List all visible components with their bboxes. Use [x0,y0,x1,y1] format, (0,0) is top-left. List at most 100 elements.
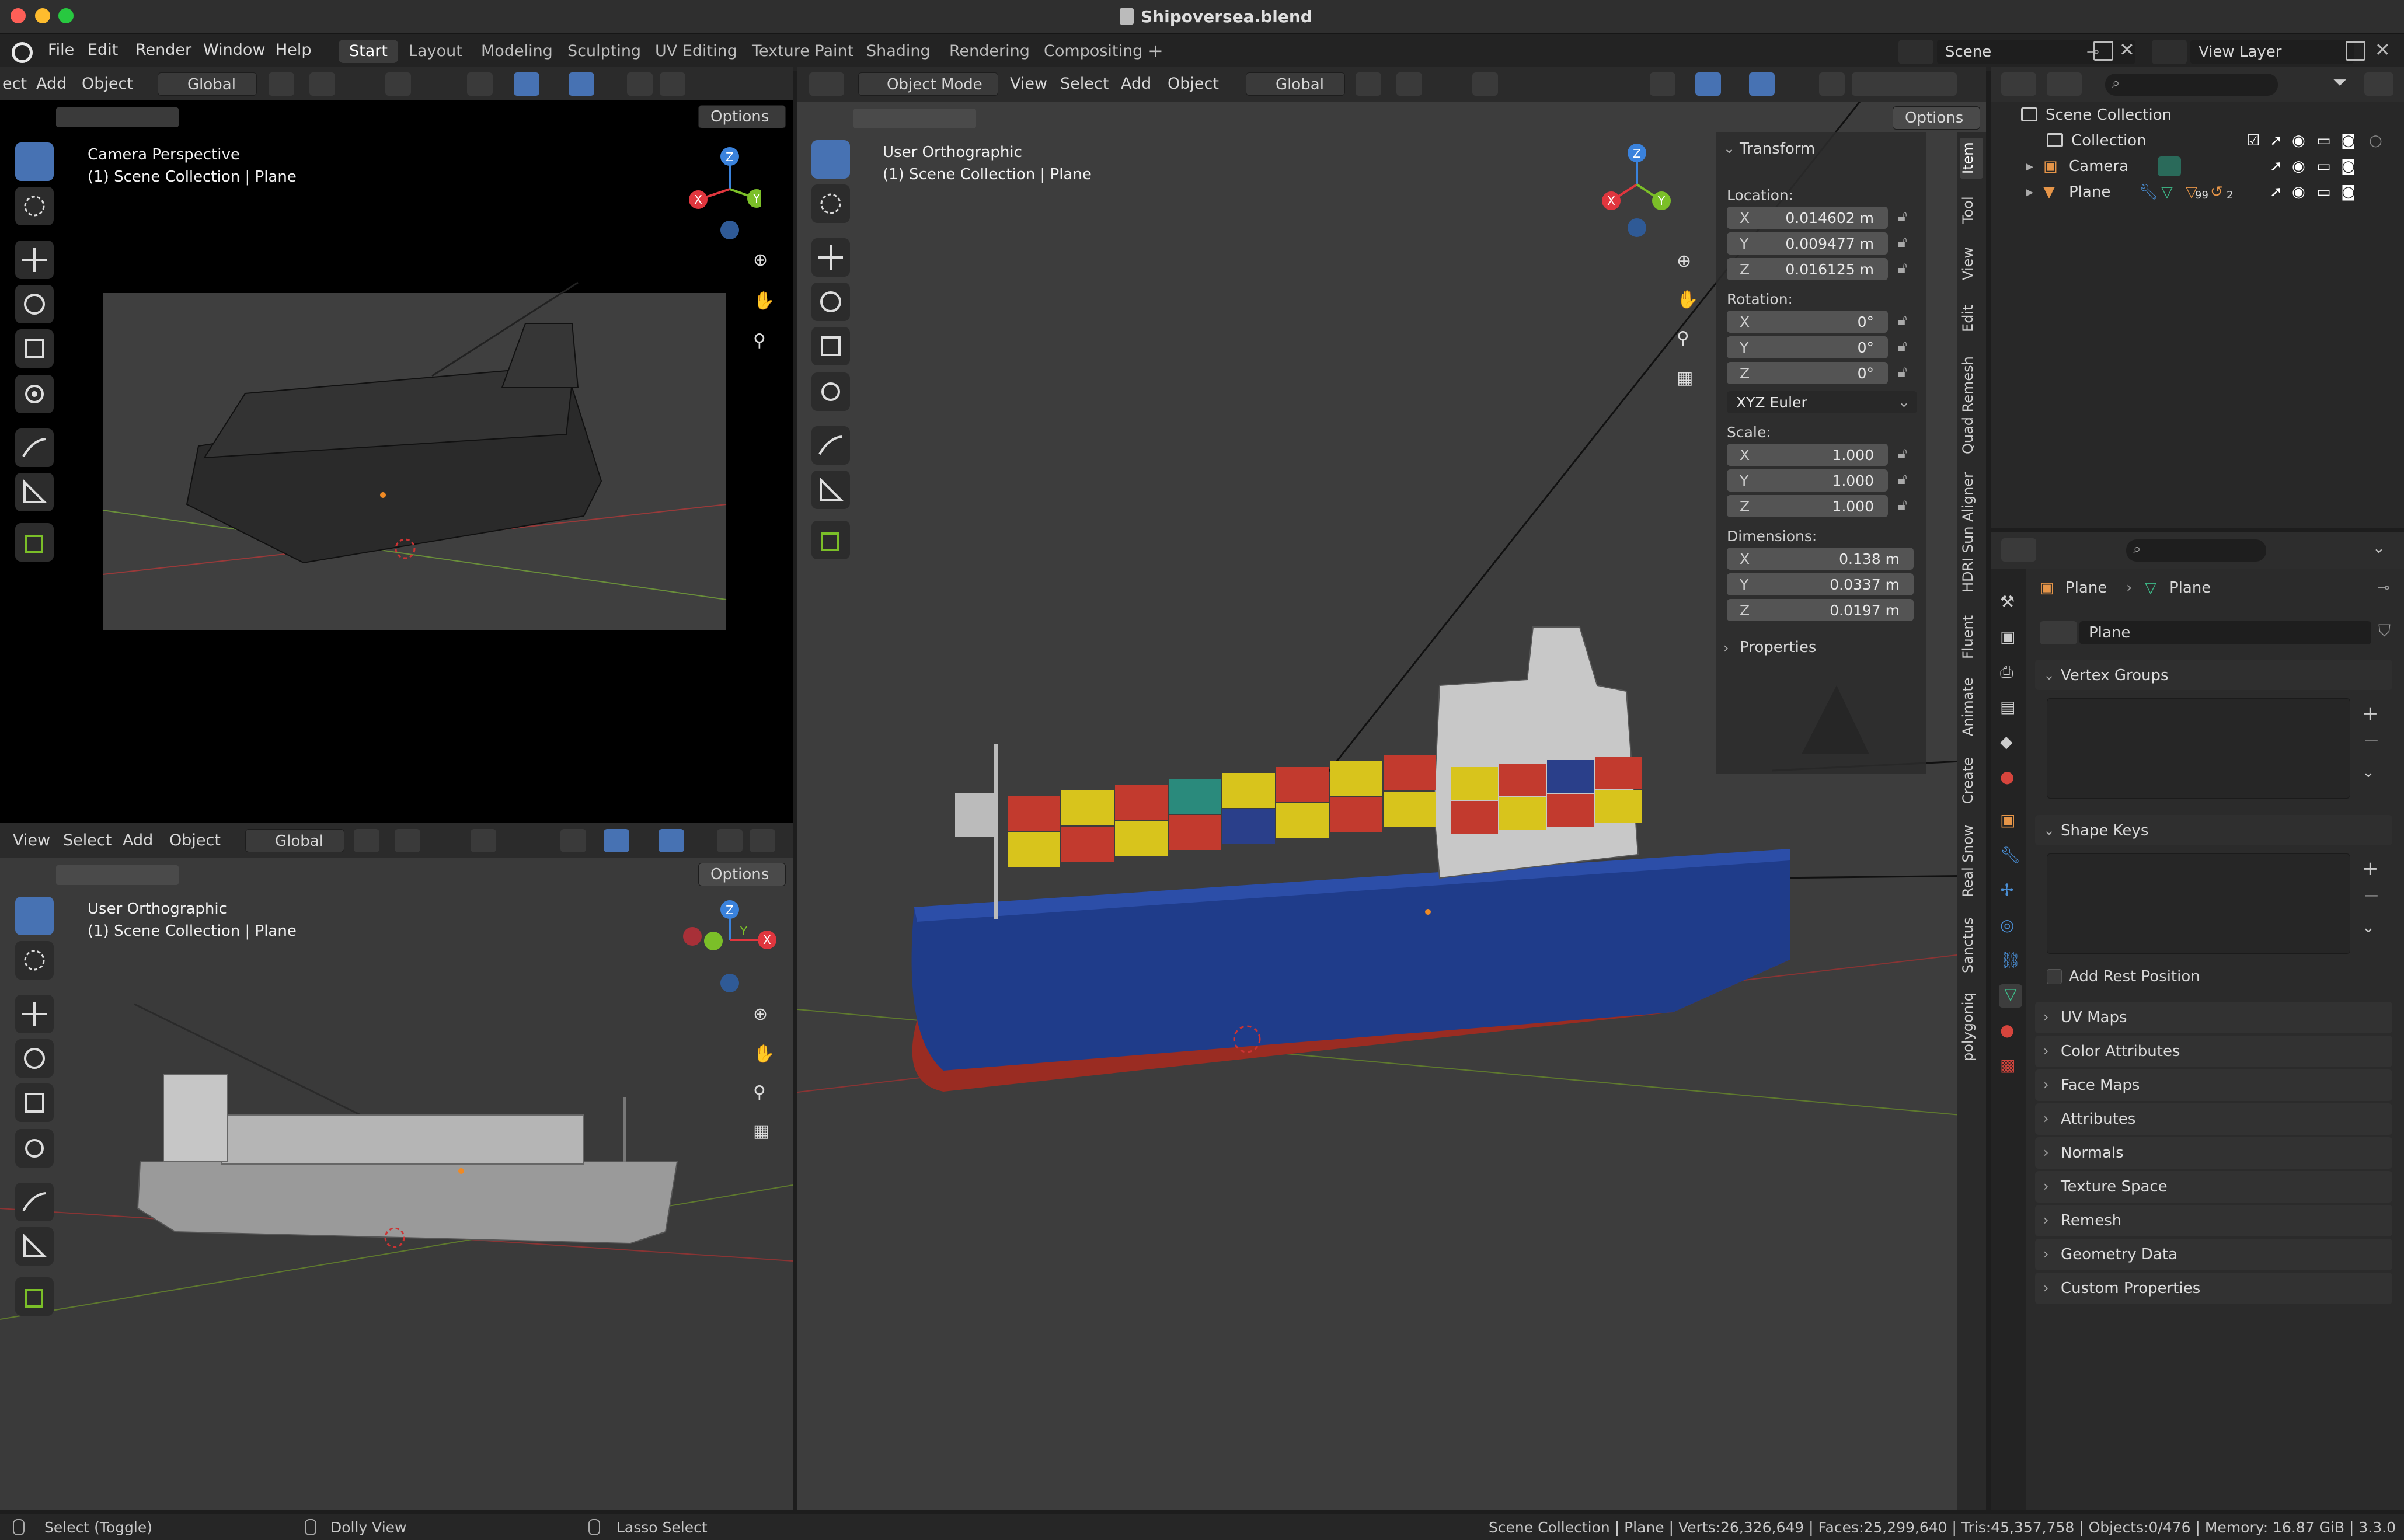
location-y-field[interactable]: Y 0.009477 m [1727,232,1888,255]
camera-view-icon[interactable]: ⚲ [753,1082,766,1103]
tab-view[interactable]: View [1960,246,1983,281]
lock-icon[interactable]: 🔓︎ [1897,337,1907,356]
move-tool[interactable] [15,995,54,1033]
monitor-icon[interactable]: ▭ [2316,183,2331,201]
measure-tool[interactable] [811,471,850,509]
proportional-edit-icon[interactable] [1472,72,1498,96]
move-tool[interactable] [811,238,850,277]
output-tab-icon[interactable]: ⎙ [2000,662,2013,682]
tab-sculpting[interactable]: Sculpting [557,40,651,63]
pivot-icon[interactable] [354,829,379,852]
menu-select[interactable]: Select [1060,75,1109,93]
eye-icon[interactable]: ◉ [2292,132,2305,149]
menu-window[interactable]: Window [203,41,265,59]
zoom-icon[interactable]: ⊕ [1677,251,1691,271]
tab-tool[interactable]: Tool [1960,193,1983,228]
menu-view[interactable]: View [1010,75,1047,93]
display-mode-icon[interactable] [2047,72,2082,96]
add-shape-key-button[interactable]: + [2362,857,2379,880]
remove-shape-key-button[interactable]: − [2363,884,2380,907]
rotate-tool[interactable] [15,1039,54,1078]
constraints-tab-icon[interactable]: ⛓︎ [2000,950,2021,970]
mode-dropdown[interactable]: Object Mode [858,72,998,96]
left-bottom-viewport[interactable]: Options User Orthographic (1) Scene Coll… [0,858,793,1510]
tab-layout[interactable]: Layout [398,40,473,63]
gizmo-toggle-icon[interactable] [604,829,629,852]
vertex-groups-list[interactable] [2047,698,2350,799]
render-tab-icon[interactable]: ▣ [2000,627,2015,646]
scale-x-field[interactable]: X 1.000 [1727,444,1888,466]
menu-help[interactable]: Help [276,41,312,59]
tool-tab-icon[interactable]: ⚒ [2000,592,2015,611]
lock-icon[interactable]: 🔓︎ [1897,208,1907,226]
dimensions-z-field[interactable]: Z 0.0197 m [1727,599,1914,621]
lock-icon[interactable]: 🔓︎ [1897,234,1907,252]
rotation-x-field[interactable]: X 0° [1727,311,1888,333]
snap-icon[interactable] [309,72,335,96]
tab-rendering[interactable]: Rendering [939,40,1040,63]
filter-icon[interactable]: ⏷ [2333,72,2347,93]
lock-icon[interactable]: 🔓︎ [1897,445,1907,463]
scale-tool[interactable] [15,1083,54,1122]
attributes-panel[interactable]: › Attributes [2035,1103,2392,1135]
lock-icon[interactable]: 🔓︎ [1897,363,1907,381]
transform-tool[interactable] [15,1129,54,1168]
physics-tab-icon[interactable]: ◎ [2000,915,2014,935]
close-window-button[interactable] [11,8,26,23]
gizmo-toggle-icon[interactable] [1695,72,1721,96]
data-tab-icon[interactable]: ▽ [1999,984,2022,1008]
lock-icon[interactable]: 🔓︎ [1897,496,1907,514]
camera-view-icon[interactable]: ⚲ [753,330,766,351]
face-maps-panel[interactable]: › Face Maps [2035,1069,2392,1101]
select-arrow-icon[interactable]: ➚ [2270,132,2283,149]
scene-browse-icon[interactable] [1898,40,1933,64]
overlay-toggle-icon[interactable] [659,829,684,852]
custom-properties-panel[interactable]: › Custom Properties [2035,1273,2392,1304]
gizmo-toggle-icon[interactable] [514,72,539,96]
expand-arrow-icon[interactable]: ▸ [2026,183,2033,201]
world-tab-icon[interactable]: ● [2000,767,2014,786]
expand-arrow-icon[interactable]: ▸ [2026,158,2033,175]
rotate-tool[interactable] [811,283,850,321]
scale-tool[interactable] [15,329,54,368]
xray-icon[interactable] [627,72,653,96]
expand-chevron-icon[interactable]: › [1723,640,1729,656]
outliner-item-plane[interactable]: ▸ ▼ Plane 🔧︎ ▽ ▽ 99 ↺ 2 ➚ ◉ ▭ ◙ [1991,180,2404,205]
menu-view[interactable]: View [13,831,50,849]
navigation-gizmo[interactable]: Z X Y [1588,140,1681,239]
tab-sanctus[interactable]: Sanctus [1960,913,1983,977]
checkbox-icon[interactable]: ☑ [2246,132,2260,149]
remove-vertex-group-button[interactable]: − [2363,729,2380,752]
editor-type-icon[interactable] [2001,538,2036,562]
visibility-icon[interactable] [467,72,493,96]
measure-tool[interactable] [15,1227,54,1266]
transform-orientation-dropdown[interactable]: Global [245,829,344,852]
rotation-y-field[interactable]: Y 0° [1727,336,1888,358]
tab-fluent[interactable]: Fluent [1960,611,1983,663]
vertex-group-specials-icon[interactable]: ⌄ [2362,764,2375,781]
object-tab-icon[interactable]: ▣ [2000,810,2015,830]
transform-orientation-dropdown[interactable]: Global [1246,72,1345,96]
menu-add[interactable]: Add [1121,75,1151,93]
select-arrow-icon[interactable]: ➚ [2270,158,2283,175]
delete-view-layer-icon[interactable]: ✕ [2375,39,2391,61]
menu-add[interactable]: Add [36,75,67,93]
uv-maps-panel[interactable]: › UV Maps [2035,1002,2392,1033]
tab-shading[interactable]: Shading [856,40,941,63]
menu-select[interactable]: ect [2,75,27,93]
vertex-groups-panel[interactable]: ⌄ Vertex Groups [2035,660,2392,690]
zoom-icon[interactable]: ⊕ [753,1004,768,1025]
scale-z-field[interactable]: Z 1.000 [1727,495,1888,517]
view-layer-browse-icon[interactable] [2152,40,2187,64]
navigation-gizmo[interactable]: Z X Y [671,897,782,996]
select-box-tool[interactable] [15,897,54,935]
normals-panel[interactable]: › Normals [2035,1137,2392,1169]
minimize-window-button[interactable] [35,8,50,23]
tab-start[interactable]: Start [339,40,398,63]
tab-create[interactable]: Create [1960,754,1983,807]
particles-tab-icon[interactable]: ✢ [2000,880,2013,900]
pivot-icon[interactable] [269,72,294,96]
overlay-toggle-icon[interactable] [569,72,594,96]
shading-modes-icon[interactable] [1852,72,1957,96]
editor-type-icon[interactable] [809,72,844,96]
